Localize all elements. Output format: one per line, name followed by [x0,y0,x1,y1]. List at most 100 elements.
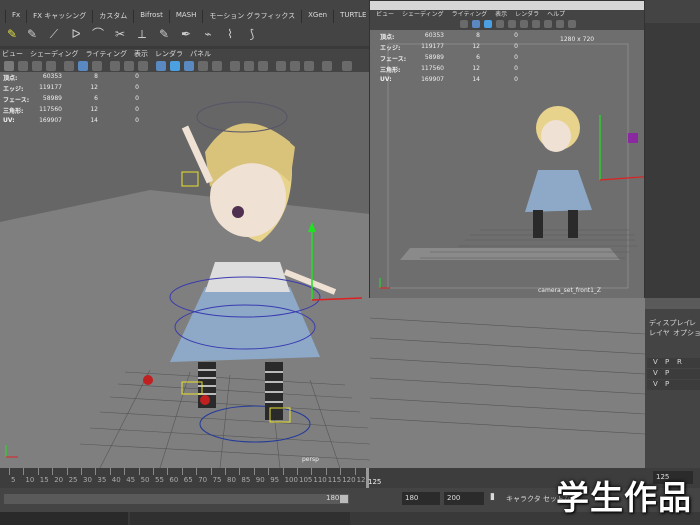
time-slider[interactable]: 5 10 15 20 25 30 35 40 45 50 55 60 65 70 75 80 85 90 95 100… [0,468,645,488]
float-xray-icon[interactable] [532,20,540,28]
timeline-tick [239,468,241,475]
image-plane-icon[interactable] [46,61,56,71]
float-smooth-shade-icon[interactable] [484,20,492,28]
float-hud-triangle-total: 117560 [421,65,444,72]
shelf-tab-motion-graphics[interactable]: モーション グラフィックス [203,10,303,23]
foot-control-right[interactable] [200,395,210,405]
float-wireframe-icon[interactable] [472,20,480,28]
hud-uv-selected: 14 [90,117,98,124]
layer-visibility[interactable]: V [653,369,658,377]
timeline-tick-label: 5 [11,476,16,484]
extend-icon[interactable]: ⌇ [222,27,238,41]
pencil-curve-icon[interactable]: ⟋ [46,27,62,41]
exposure-icon[interactable] [322,61,332,71]
command-input[interactable] [0,512,128,525]
hud-uv-label: UV: [3,117,15,124]
window-title-bar[interactable] [370,1,644,10]
float-menu-shading[interactable]: シェーディング [402,10,444,19]
isolate-select-icon[interactable] [276,61,286,71]
offset-icon[interactable]: ⟆ [244,27,260,41]
layer-reference[interactable]: R [677,358,682,366]
grid-icon[interactable] [64,61,74,71]
pen-icon[interactable]: ✒ [178,27,194,41]
float-gamma-icon[interactable] [568,20,576,28]
shelf-tab-mash[interactable]: MASH [170,10,204,23]
xray-icon[interactable] [290,61,300,71]
field-chart-icon[interactable] [124,61,134,71]
menu-renderer[interactable]: レンダラ [155,49,183,60]
float-menu-help[interactable]: ヘルプ [547,10,565,19]
animation-end-field[interactable]: 200 [444,492,484,505]
shelf-tab-fx-caching[interactable]: FX キャッシング [27,10,94,23]
tab-render-layer[interactable]: レ [689,318,696,328]
perspective-viewport[interactable]: 頂点: 60353 8 0 エッジ: 119177 12 0 フェース: 589… [0,72,370,468]
float-menu-lighting[interactable]: ライティング [452,10,488,19]
layer-row[interactable]: V P R [647,358,700,368]
layer-row[interactable]: V P [647,369,700,379]
layer-menu[interactable]: レイヤ [649,328,670,338]
ep-curve-icon[interactable]: ✎ [24,27,40,41]
timeline-tick [167,468,169,475]
gamma-icon[interactable] [342,61,352,71]
range-end-handle[interactable] [340,495,348,503]
camera-control-box[interactable] [628,133,638,143]
menu-view[interactable]: ビュー [2,49,23,60]
film-gate-icon[interactable] [78,61,88,71]
foot-control-left[interactable] [143,375,153,385]
layer-visibility[interactable]: V [653,358,658,366]
layer-playback[interactable]: P [665,369,669,377]
shelf-tab-xgen[interactable]: XGen [302,10,335,23]
rebuild-icon[interactable]: ⌁ [200,27,216,41]
menu-shading[interactable]: シェーディング [30,49,79,60]
menu-show[interactable]: 表示 [134,49,148,60]
shelf-tab-fx[interactable]: Fx [6,10,28,23]
gate-mask-icon[interactable] [110,61,120,71]
lighting-icon[interactable] [212,61,222,71]
shelf-tab-turtle[interactable]: TURTLE [334,10,374,23]
float-grid-icon[interactable] [460,20,468,28]
viewport-right-region[interactable] [370,298,645,468]
ambient-occlusion-icon[interactable] [244,61,254,71]
channel-box-header [645,298,700,309]
shelf-tab-custom[interactable]: カスタム [93,10,135,23]
xray-joints-icon[interactable] [304,61,314,71]
float-menu-show[interactable]: 表示 [495,10,507,19]
select-camera-icon[interactable] [4,61,14,71]
camera-viewport[interactable]: 頂点: 60353 8 0 エッジ: 119177 12 0 フェース: 589… [370,30,644,298]
layer-row[interactable]: V P [647,380,700,390]
float-isolate-icon[interactable] [544,20,552,28]
float-shadows-icon[interactable] [520,20,528,28]
playback-end-field[interactable]: 180 [402,492,440,505]
cv-curve-icon[interactable]: ✎ [4,27,20,41]
arc-icon[interactable]: ⌒ [90,27,106,41]
detach-icon[interactable]: ⟂ [134,27,150,41]
motion-blur-icon[interactable] [258,61,268,71]
float-lighting-icon[interactable] [508,20,516,28]
menu-lighting[interactable]: ライティング [86,49,127,60]
safe-action-icon[interactable] [138,61,148,71]
layer-visibility[interactable]: V [653,380,658,388]
attach-icon[interactable]: ✂ [112,27,128,41]
range-slider-track[interactable] [4,494,349,504]
shadows-icon[interactable] [230,61,240,71]
bezier-icon[interactable]: ᐅ [68,27,84,41]
float-exposure-icon[interactable] [556,20,564,28]
layer-playback[interactable]: P [665,380,669,388]
bookmark-icon[interactable] [32,61,42,71]
shelf-tab-bifrost[interactable]: Bifrost [134,10,170,23]
tab-display[interactable]: ディスプレイ [649,318,691,328]
float-menu-renderer[interactable]: レンダラ [515,10,539,19]
textured-icon[interactable] [198,61,208,71]
smooth-shade-icon[interactable] [170,61,180,71]
options-menu[interactable]: オプション [673,328,700,338]
float-menu-view[interactable]: ビュー [376,10,394,19]
wireframe-icon[interactable] [156,61,166,71]
default-material-icon[interactable] [184,61,194,71]
curve-tool-icon[interactable]: ✎ [156,27,172,41]
menu-panels[interactable]: パネル [190,49,211,60]
camera-attributes-icon[interactable] [18,61,28,71]
scene-icon[interactable]: ▮ [490,492,495,502]
layer-playback[interactable]: P [665,358,669,366]
float-textured-icon[interactable] [496,20,504,28]
resolution-gate-icon[interactable] [92,61,102,71]
